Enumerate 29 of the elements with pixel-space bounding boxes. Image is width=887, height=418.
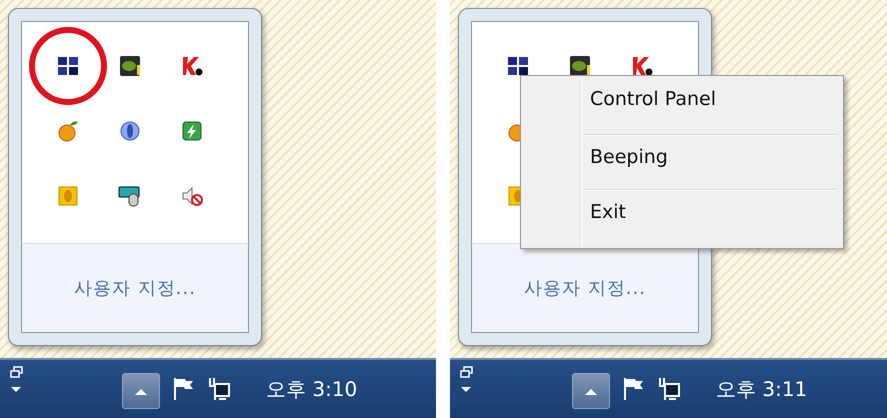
customize-link[interactable]: 사용자 지정... — [74, 276, 196, 300]
customize-link[interactable]: 사용자 지정... — [524, 276, 646, 300]
globe-icon[interactable] — [118, 119, 142, 143]
grid-icon[interactable] — [56, 54, 80, 78]
flag-icon[interactable] — [622, 376, 644, 402]
flag-icon[interactable] — [172, 376, 194, 402]
grid-icon[interactable] — [506, 54, 530, 78]
fruit-icon[interactable] — [56, 119, 80, 143]
show-hidden-icons-button[interactable] — [122, 373, 160, 409]
up-arrow-icon — [584, 386, 598, 396]
graphics-card-icon[interactable] — [568, 54, 592, 78]
menu-item[interactable]: Beeping — [521, 136, 843, 189]
square-app-icon[interactable] — [56, 184, 80, 208]
graphics-card-icon[interactable] — [118, 54, 142, 78]
up-arrow-icon — [134, 386, 148, 396]
network-icon[interactable] — [206, 376, 232, 402]
dropdown-caret-icon[interactable] — [10, 386, 22, 393]
menu-item[interactable]: Control Panel — [521, 78, 843, 134]
show-hidden-icons-button[interactable] — [572, 373, 610, 409]
menu-item[interactable]: Exit — [521, 191, 843, 244]
keyboard-mouse-icon[interactable] — [118, 184, 142, 208]
windows-icon[interactable] — [10, 366, 24, 378]
dropdown-caret-icon[interactable] — [460, 386, 472, 393]
lightning-icon[interactable] — [180, 119, 204, 143]
muted-speaker-icon[interactable] — [180, 184, 204, 208]
network-icon[interactable] — [656, 376, 682, 402]
clock[interactable]: 오후 3:11 — [716, 376, 808, 402]
clock[interactable]: 오후 3:10 — [266, 376, 358, 402]
windows-icon[interactable] — [460, 366, 474, 378]
